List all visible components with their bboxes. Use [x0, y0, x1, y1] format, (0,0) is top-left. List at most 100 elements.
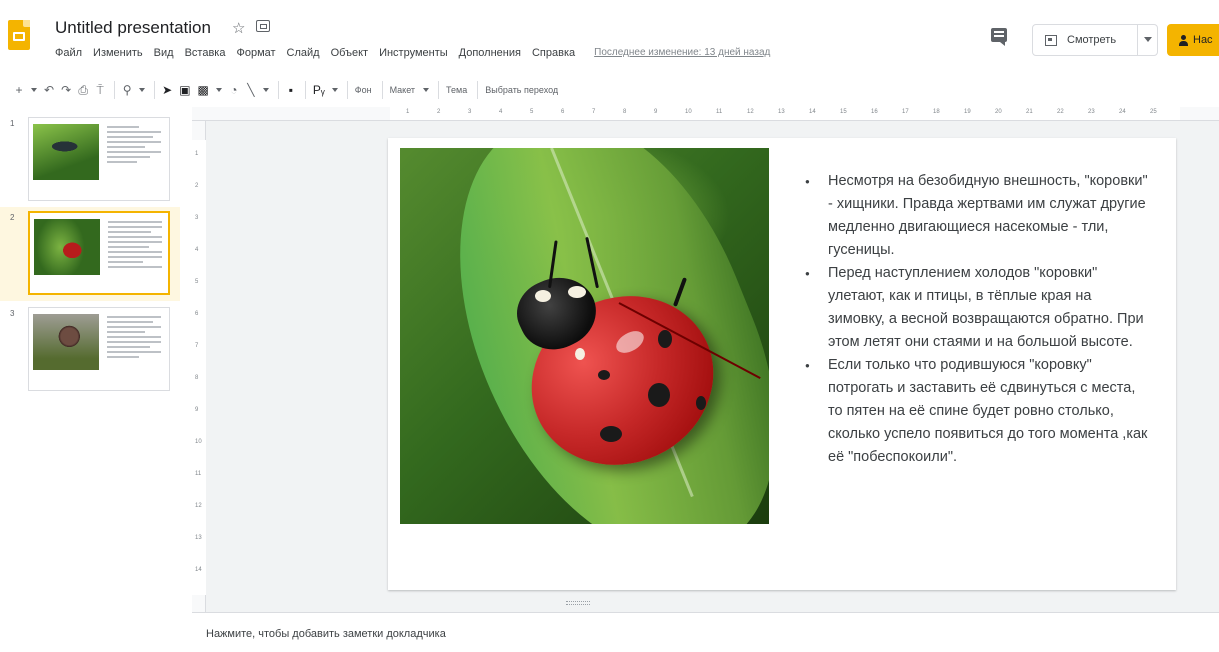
ruler-tick-label: 6: [195, 311, 199, 317]
slide-number: 2: [10, 213, 15, 222]
slide-thumbnail[interactable]: [28, 117, 170, 201]
notes-resize-handle[interactable]: [566, 601, 590, 605]
ruler-tick-label: 19: [964, 109, 971, 115]
toolbar-divider: [304, 81, 306, 99]
zoom-dropdown-icon[interactable]: [139, 88, 146, 92]
ruler-tick-label: 8: [623, 109, 627, 115]
select-cursor-icon[interactable]: ➤: [162, 80, 172, 100]
new-slide-icon[interactable]: +: [14, 80, 24, 100]
line-dropdown-icon[interactable]: [262, 88, 269, 92]
speaker-notes[interactable]: Нажмите, чтобы добавить заметки докладчи…: [192, 612, 1219, 652]
bullet-item: Перед наступлением холодов "коровки" уле…: [798, 262, 1148, 354]
ruler-tick-label: 13: [778, 109, 785, 115]
comment-add-icon[interactable]: ▪: [286, 80, 296, 100]
menubar: Файл Изменить Вид Вставка Формат Слайд О…: [55, 47, 770, 59]
menu-arrange[interactable]: Объект: [331, 47, 373, 59]
ruler-tick-label: 13: [195, 535, 202, 541]
spellcheck-icon[interactable]: Pᵧ: [313, 80, 325, 100]
line-icon[interactable]: ╲: [246, 80, 256, 100]
toolbar-divider: [477, 81, 479, 99]
toolbar-divider: [154, 81, 156, 99]
ruler-tick-label: 4: [499, 109, 503, 115]
present-label: Смотреть: [1067, 34, 1117, 46]
print-icon[interactable]: ⎙: [78, 80, 88, 100]
paint-format-icon[interactable]: ⍑: [95, 80, 105, 100]
ruler-tick-label: 15: [840, 109, 847, 115]
ruler-tick-label: 9: [195, 407, 199, 413]
menu-format[interactable]: Формат: [236, 47, 280, 59]
slide-thumbnail[interactable]: [28, 211, 170, 295]
shape-icon[interactable]: ◔: [229, 80, 239, 100]
filmstrip-slide[interactable]: 3: [0, 303, 180, 397]
toolbar-divider: [438, 81, 440, 99]
thumbnail-text: [108, 221, 162, 271]
layout-button[interactable]: Макет: [390, 85, 415, 95]
layout-dropdown-icon[interactable]: [423, 88, 430, 92]
share-button[interactable]: Нас: [1167, 24, 1219, 56]
menu-help[interactable]: Справка: [532, 47, 580, 59]
menu-file[interactable]: Файл: [55, 47, 87, 59]
toolbar-divider: [114, 81, 116, 99]
thumbnail-image: [33, 314, 99, 370]
star-icon[interactable]: ☆: [232, 19, 245, 37]
menu-addons[interactable]: Дополнения: [459, 47, 526, 59]
present-divider: [1137, 25, 1138, 55]
slide-editor[interactable]: Несмотря на безобидную внешность, "коров…: [388, 138, 1176, 590]
bullet-item: Если только что родившуюся "коровку" пот…: [798, 354, 1148, 469]
undo-icon[interactable]: ↶: [44, 80, 54, 100]
ruler-tick-label: 1: [406, 109, 410, 115]
person-icon: [1179, 34, 1188, 46]
slide-bullet-list[interactable]: Несмотря на безобидную внешность, "коров…: [798, 170, 1148, 469]
menu-edit[interactable]: Изменить: [93, 47, 148, 59]
chevron-down-icon[interactable]: [1144, 37, 1152, 42]
ruler-tick-label: 11: [195, 471, 202, 477]
horizontal-ruler[interactable]: 1 2 3 4 5 6 7 8 9 10 11 12 13 14 15 16 17 18 19 20 21 22 23 24 2…: [192, 107, 1219, 121]
background-button[interactable]: Фон: [355, 85, 372, 95]
ruler-tick-label: 2: [437, 109, 441, 115]
document-title[interactable]: Untitled presentation: [55, 18, 211, 38]
speaker-notes-placeholder[interactable]: Нажмите, чтобы добавить заметки докладчи…: [206, 628, 446, 640]
transition-button[interactable]: Выбрать переход: [485, 85, 558, 95]
vertical-ruler[interactable]: 1 2 3 4 5 6 7 8 9 10 11 12 13 14: [192, 121, 206, 612]
menu-insert[interactable]: Вставка: [185, 47, 231, 59]
filmstrip-slide-selected[interactable]: 2: [0, 207, 180, 301]
menu-tools[interactable]: Инструменты: [379, 47, 453, 59]
new-slide-dropdown-icon[interactable]: [31, 88, 37, 92]
menu-view[interactable]: Вид: [154, 47, 179, 59]
zoom-icon[interactable]: ⚲: [122, 80, 132, 100]
comments-icon[interactable]: [991, 28, 1007, 46]
theme-button[interactable]: Тема: [446, 85, 467, 95]
redo-icon[interactable]: ↷: [61, 80, 71, 100]
spellcheck-dropdown-icon[interactable]: [331, 88, 338, 92]
ruler-tick-label: 9: [654, 109, 658, 115]
slide-number: 3: [10, 309, 15, 318]
menu-slide[interactable]: Слайд: [287, 47, 325, 59]
move-to-folder-icon[interactable]: [256, 20, 270, 32]
present-button[interactable]: Смотреть: [1032, 24, 1158, 56]
filmstrip-slide[interactable]: 1: [0, 113, 180, 207]
ruler-tick-label: 12: [195, 503, 202, 509]
image-dropdown-icon[interactable]: [215, 88, 222, 92]
slide-thumbnail[interactable]: [28, 307, 170, 391]
ruler-tick-label: 20: [995, 109, 1002, 115]
text-box-icon[interactable]: ▣: [179, 80, 190, 100]
ruler-tick-label: 14: [809, 109, 816, 115]
ruler-tick-label: 5: [195, 279, 199, 285]
ruler-tick-label: 1: [195, 151, 199, 157]
ruler-tick-label: 10: [685, 109, 692, 115]
ladybug-photo[interactable]: [400, 148, 769, 524]
ruler-tick-label: 22: [1057, 109, 1064, 115]
ruler-tick-label: 16: [871, 109, 878, 115]
ruler-tick-label: 11: [716, 109, 723, 115]
ruler-tick-label: 4: [195, 247, 199, 253]
ruler-tick-label: 10: [195, 439, 202, 445]
last-edit-link[interactable]: Последнее изменение: 13 дней назад: [594, 47, 770, 59]
bullet-item: Несмотря на безобидную внешность, "коров…: [798, 170, 1148, 262]
ruler-tick-label: 2: [195, 183, 199, 189]
image-icon[interactable]: ▩: [198, 80, 209, 100]
ruler-tick-label: 18: [933, 109, 940, 115]
thumbnail-text: [107, 126, 161, 166]
ruler-tick-label: 21: [1026, 109, 1033, 115]
slides-logo-icon[interactable]: [8, 20, 30, 50]
ruler-tick-label: 23: [1088, 109, 1095, 115]
